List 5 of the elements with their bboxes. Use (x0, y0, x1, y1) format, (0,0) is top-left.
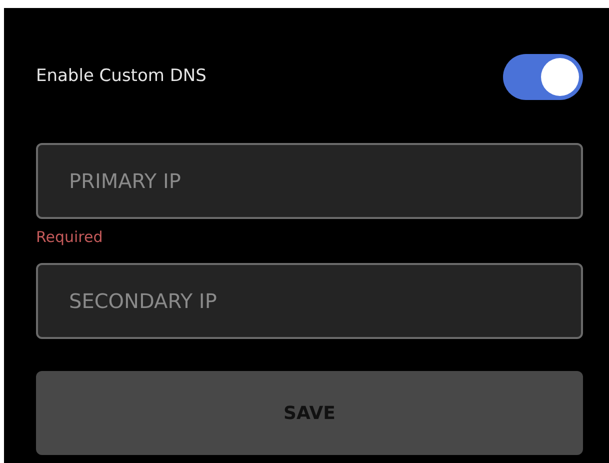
setting-label: Enable Custom DNS (36, 65, 206, 88)
error-message: Required (36, 227, 104, 247)
toggle-switch[interactable] (503, 54, 583, 100)
input-field[interactable]: PRIMARY IP (36, 143, 583, 219)
input-field[interactable]: SECONDARY IP (36, 263, 583, 339)
